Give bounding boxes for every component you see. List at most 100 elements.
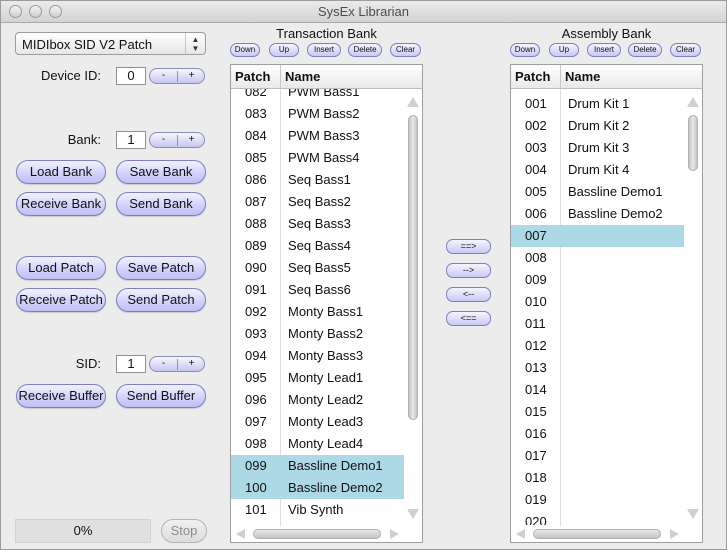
bank-stepper[interactable]: - + bbox=[149, 132, 205, 148]
bank-increment-button[interactable]: + bbox=[178, 133, 205, 146]
table-row[interactable]: 085 PWM Bass4 bbox=[231, 147, 404, 169]
table-row[interactable]: 018 bbox=[511, 467, 684, 489]
device-id-decrement-button[interactable]: - bbox=[150, 69, 177, 82]
table-row[interactable]: 019 bbox=[511, 489, 684, 511]
patch-type-popup-value: MIDIbox SID V2 Patch bbox=[22, 37, 153, 52]
table-row[interactable]: 101 Vib Synth bbox=[231, 499, 404, 521]
send-bank-button[interactable]: Send Bank bbox=[116, 192, 206, 216]
transaction-clear-button[interactable]: Clear bbox=[390, 43, 421, 57]
table-row[interactable]: 093 Monty Bass2 bbox=[231, 323, 404, 345]
patch-number: 088 bbox=[245, 216, 267, 231]
table-row[interactable]: 015 bbox=[511, 401, 684, 423]
table-row[interactable]: 016 bbox=[511, 423, 684, 445]
copy-right-button[interactable]: --> bbox=[446, 263, 491, 278]
table-row[interactable]: 012 bbox=[511, 335, 684, 357]
send-patch-button[interactable]: Send Patch bbox=[116, 288, 206, 312]
assembly-insert-button[interactable]: Insert bbox=[587, 43, 621, 57]
table-row[interactable]: 099 Bassline Demo1 bbox=[231, 455, 404, 477]
transaction-down-button[interactable]: Down bbox=[230, 43, 260, 57]
scroll-up-arrow-icon[interactable] bbox=[687, 97, 699, 107]
table-row[interactable]: 014 bbox=[511, 379, 684, 401]
table-row[interactable]: 086 Seq Bass1 bbox=[231, 169, 404, 191]
table-row[interactable]: 004 Drum Kit 4 bbox=[511, 159, 684, 181]
table-row[interactable]: 011 bbox=[511, 313, 684, 335]
patch-type-popup[interactable]: MIDIbox SID V2 Patch ▲ ▼ bbox=[15, 32, 206, 55]
scroll-thumb[interactable] bbox=[688, 115, 698, 171]
table-row[interactable]: 092 Monty Bass1 bbox=[231, 301, 404, 323]
table-row[interactable]: 082 PWM Bass1 bbox=[231, 89, 404, 103]
load-bank-button[interactable]: Load Bank bbox=[16, 160, 106, 184]
device-id-increment-button[interactable]: + bbox=[178, 69, 205, 82]
table-row[interactable]: 008 bbox=[511, 247, 684, 269]
assembly-down-button[interactable]: Down bbox=[510, 43, 540, 57]
scroll-left-arrow-icon[interactable] bbox=[516, 529, 525, 539]
sid-increment-button[interactable]: + bbox=[178, 357, 205, 370]
scroll-thumb[interactable] bbox=[408, 115, 418, 420]
device-id-stepper[interactable]: - + bbox=[149, 68, 205, 84]
save-patch-button[interactable]: Save Patch bbox=[116, 256, 206, 280]
transaction-up-button[interactable]: Up bbox=[269, 43, 299, 57]
scroll-up-arrow-icon[interactable] bbox=[407, 97, 419, 107]
device-id-field[interactable]: 0 bbox=[116, 67, 146, 85]
copy-left-button[interactable]: <-- bbox=[446, 287, 491, 302]
receive-patch-button[interactable]: Receive Patch bbox=[16, 288, 106, 312]
scroll-thumb[interactable] bbox=[253, 529, 381, 539]
table-row[interactable]: 087 Seq Bass2 bbox=[231, 191, 404, 213]
table-row[interactable]: 007 bbox=[511, 225, 684, 247]
sid-decrement-button[interactable]: - bbox=[150, 357, 177, 370]
sid-field[interactable]: 1 bbox=[116, 355, 146, 373]
transaction-delete-button[interactable]: Delete bbox=[348, 43, 382, 57]
table-row[interactable]: 097 Monty Lead3 bbox=[231, 411, 404, 433]
bank-decrement-button[interactable]: - bbox=[150, 133, 177, 146]
assembly-delete-button[interactable]: Delete bbox=[628, 43, 662, 57]
send-buffer-button[interactable]: Send Buffer bbox=[116, 384, 206, 408]
table-row[interactable]: 088 Seq Bass3 bbox=[231, 213, 404, 235]
assembly-vertical-scrollbar[interactable] bbox=[684, 89, 702, 526]
table-row[interactable]: 020 bbox=[511, 511, 684, 525]
bank-field[interactable]: 1 bbox=[116, 131, 146, 149]
scroll-down-arrow-icon[interactable] bbox=[407, 509, 419, 519]
table-row[interactable]: 001 Drum Kit 1 bbox=[511, 93, 684, 115]
table-row[interactable]: 006 Bassline Demo2 bbox=[511, 203, 684, 225]
copy-all-right-button[interactable]: ==> bbox=[446, 239, 491, 254]
table-row[interactable]: 009 bbox=[511, 269, 684, 291]
stop-button[interactable]: Stop bbox=[161, 519, 207, 543]
table-row[interactable]: 096 Monty Lead2 bbox=[231, 389, 404, 411]
table-row[interactable]: 089 Seq Bass4 bbox=[231, 235, 404, 257]
save-bank-button[interactable]: Save Bank bbox=[116, 160, 206, 184]
table-row[interactable]: 013 bbox=[511, 357, 684, 379]
table-row[interactable]: 090 Seq Bass5 bbox=[231, 257, 404, 279]
receive-buffer-button[interactable]: Receive Buffer bbox=[16, 384, 106, 408]
transaction-horizontal-scrollbar[interactable] bbox=[231, 526, 404, 542]
transaction-insert-button[interactable]: Insert bbox=[307, 43, 341, 57]
table-row[interactable]: 017 bbox=[511, 445, 684, 467]
sid-stepper[interactable]: - + bbox=[149, 356, 205, 372]
assembly-up-button[interactable]: Up bbox=[549, 43, 579, 57]
load-patch-button[interactable]: Load Patch bbox=[16, 256, 106, 280]
assembly-clear-button[interactable]: Clear bbox=[670, 43, 701, 57]
transaction-vertical-scrollbar[interactable] bbox=[404, 89, 422, 526]
table-row[interactable]: 098 Monty Lead4 bbox=[231, 433, 404, 455]
scroll-right-arrow-icon[interactable] bbox=[670, 529, 679, 539]
table-row[interactable]: 100 Bassline Demo2 bbox=[231, 477, 404, 499]
assembly-col-name[interactable]: Name bbox=[560, 65, 702, 88]
assembly-horizontal-scrollbar[interactable] bbox=[511, 526, 684, 542]
table-row[interactable]: 094 Monty Bass3 bbox=[231, 345, 404, 367]
scroll-down-arrow-icon[interactable] bbox=[687, 509, 699, 519]
table-row[interactable]: 091 Seq Bass6 bbox=[231, 279, 404, 301]
assembly-col-patch[interactable]: Patch bbox=[511, 65, 560, 88]
scroll-right-arrow-icon[interactable] bbox=[390, 529, 399, 539]
transaction-col-name[interactable]: Name bbox=[280, 65, 422, 88]
transaction-col-patch[interactable]: Patch bbox=[231, 65, 280, 88]
receive-bank-button[interactable]: Receive Bank bbox=[16, 192, 106, 216]
table-row[interactable]: 010 bbox=[511, 291, 684, 313]
copy-all-left-button[interactable]: <== bbox=[446, 311, 491, 326]
table-row[interactable]: 003 Drum Kit 3 bbox=[511, 137, 684, 159]
table-row[interactable]: 084 PWM Bass3 bbox=[231, 125, 404, 147]
table-row[interactable]: 083 PWM Bass2 bbox=[231, 103, 404, 125]
table-row[interactable]: 095 Monty Lead1 bbox=[231, 367, 404, 389]
scroll-thumb[interactable] bbox=[533, 529, 661, 539]
table-row[interactable]: 005 Bassline Demo1 bbox=[511, 181, 684, 203]
scroll-left-arrow-icon[interactable] bbox=[236, 529, 245, 539]
table-row[interactable]: 002 Drum Kit 2 bbox=[511, 115, 684, 137]
